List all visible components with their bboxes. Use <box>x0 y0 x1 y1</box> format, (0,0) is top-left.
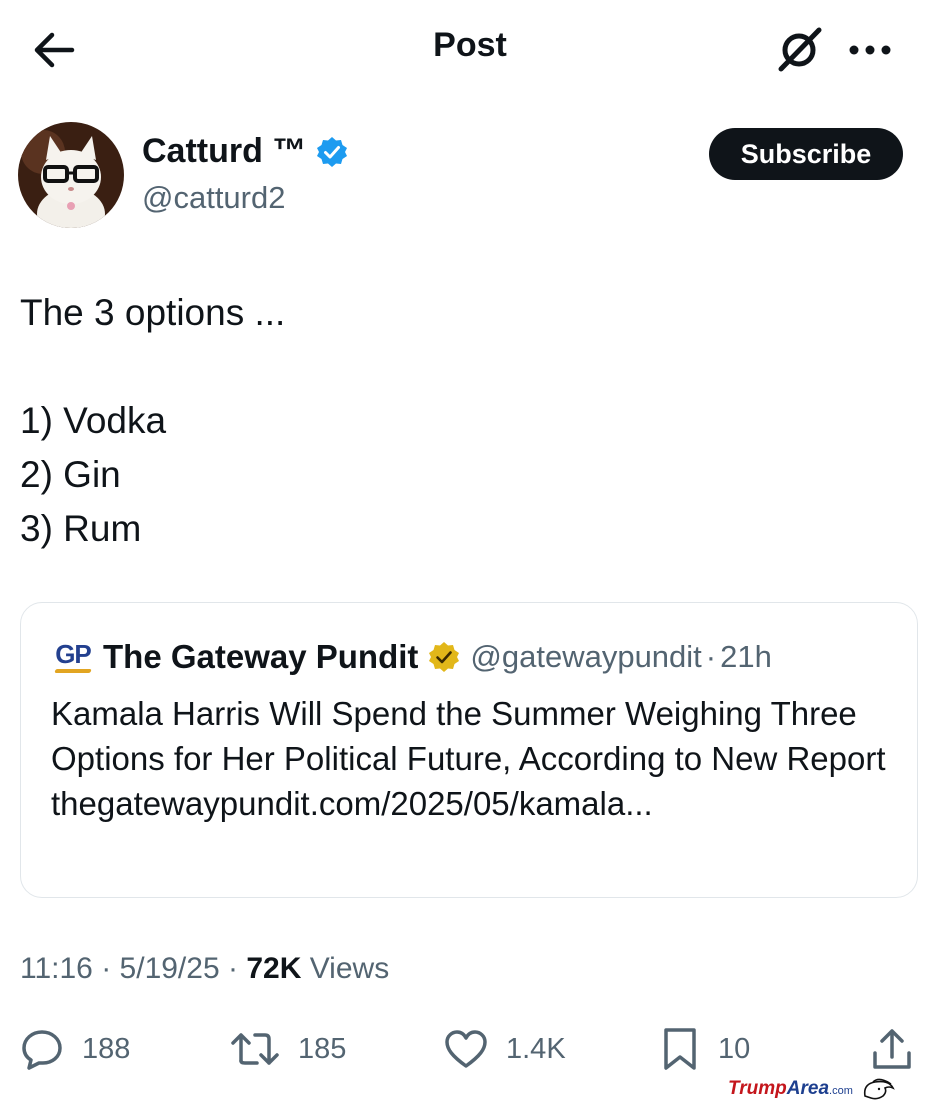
watermark: TrumpArea.com <box>728 1078 897 1100</box>
like-button[interactable]: 1.4K <box>444 1026 566 1072</box>
views-count: 72K <box>246 952 302 985</box>
grok-icon <box>778 27 822 72</box>
heart-icon <box>445 1030 487 1068</box>
gold-verified-badge-icon <box>429 642 460 672</box>
post-time: 11:16 <box>20 952 93 985</box>
verified-badge-icon <box>317 136 348 167</box>
bookmark-button[interactable]: 10 <box>660 1026 750 1072</box>
views-label: Views <box>309 952 390 985</box>
post-line: The 3 options ... <box>20 292 286 333</box>
reply-button[interactable]: 188 <box>20 1026 130 1072</box>
bookmark-icon <box>664 1028 696 1070</box>
meta-separator: · <box>227 952 238 985</box>
meta-separator: · <box>101 952 112 985</box>
share-button[interactable] <box>870 1026 914 1072</box>
gp-logo-text: GP <box>55 639 92 669</box>
watermark-suffix: .com <box>829 1085 853 1097</box>
quoted-author-handle: @gatewaypundit <box>470 639 702 674</box>
post-line: 1) Vodka <box>20 400 167 441</box>
repost-count: 185 <box>298 1032 347 1065</box>
quoted-separator: · <box>705 639 717 674</box>
post-line: 2) Gin <box>20 454 121 495</box>
gateway-pundit-logo: GP <box>53 637 93 677</box>
reply-count: 188 <box>82 1032 131 1065</box>
reply-icon <box>22 1030 62 1070</box>
gp-logo-underline <box>54 669 92 673</box>
post-date: 5/19/25 <box>119 952 220 985</box>
repost-button[interactable]: 185 <box>230 1026 346 1072</box>
caricature-logo-icon <box>863 1078 895 1100</box>
quoted-post-card[interactable]: GP The Gateway Pundit @gatewaypundit · 2… <box>20 602 918 898</box>
post-line: 3) Rum <box>20 508 142 549</box>
top-bar: Post <box>0 0 940 96</box>
author-display-name[interactable]: Catturd ™ <box>142 132 348 171</box>
author-name-text: Catturd ™ <box>142 132 307 170</box>
grok-button[interactable] <box>772 22 828 78</box>
post-line <box>20 340 920 394</box>
bookmark-count: 10 <box>718 1032 751 1065</box>
repost-icon <box>231 1033 279 1065</box>
author-avatar[interactable] <box>18 122 124 228</box>
author-handle[interactable]: @catturd2 <box>142 180 285 216</box>
quoted-post-header: GP The Gateway Pundit @gatewaypundit · 2… <box>53 637 772 677</box>
more-horizontal-icon <box>849 45 891 55</box>
quoted-author-name: The Gateway Pundit <box>103 638 419 675</box>
watermark-text: TrumpArea.com <box>728 1078 853 1100</box>
watermark-text-blue: Area <box>786 1078 830 1099</box>
post-text: The 3 options ... 1) Vodka 2) Gin 3) Rum <box>20 286 920 556</box>
share-icon <box>873 1029 911 1069</box>
cat-with-glasses-avatar <box>18 122 124 228</box>
quoted-post-text: Kamala Harris Will Spend the Summer Weig… <box>51 695 886 822</box>
quoted-post-time: 21h <box>720 639 772 674</box>
subscribe-button[interactable]: Subscribe <box>709 128 903 180</box>
watermark-text-red: Trump <box>728 1078 787 1099</box>
more-options-button[interactable] <box>842 22 898 78</box>
post-meta: 11:16 · 5/19/25 · 72K Views <box>20 952 389 986</box>
like-count: 1.4K <box>506 1032 566 1065</box>
